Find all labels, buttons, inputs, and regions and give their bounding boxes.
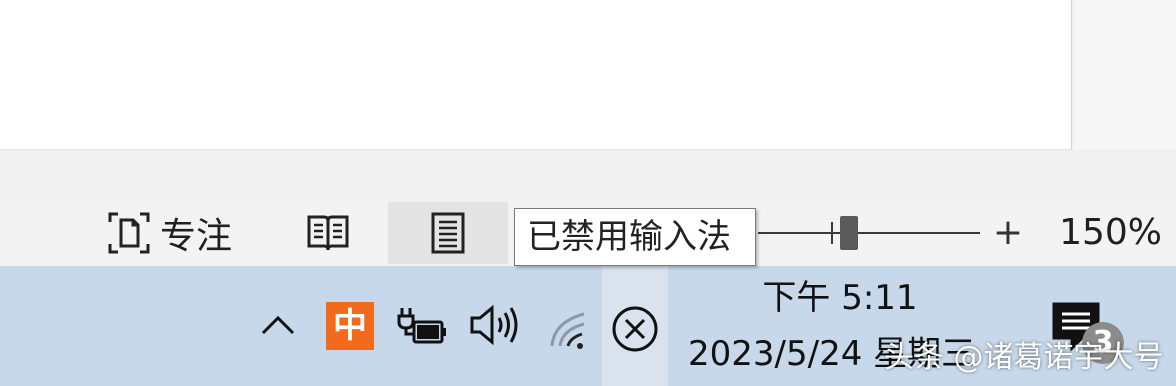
zoom-in-button[interactable]: + bbox=[992, 210, 1024, 256]
ime-chinese-icon[interactable]: 中 bbox=[326, 302, 374, 350]
ime-disabled-icon bbox=[612, 306, 658, 352]
zoom-slider-thumb[interactable] bbox=[840, 216, 858, 250]
focus-icon bbox=[108, 212, 150, 254]
clock-time[interactable]: 下午 5:11 bbox=[700, 274, 980, 322]
document-margin bbox=[1074, 0, 1176, 150]
read-mode-icon bbox=[307, 215, 349, 251]
ime-disabled-button[interactable] bbox=[610, 304, 660, 354]
battery-button[interactable] bbox=[396, 304, 448, 348]
volume-icon bbox=[470, 304, 518, 346]
battery-charging-icon bbox=[397, 308, 446, 344]
zoom-slider-center-tick bbox=[831, 222, 833, 244]
print-layout-button[interactable] bbox=[388, 202, 508, 264]
network-button[interactable] bbox=[548, 302, 594, 352]
watermark-text: 头条 @诸葛诺宇大号 bbox=[884, 340, 1164, 375]
zoom-slider-track[interactable] bbox=[758, 232, 980, 234]
chevron-up-icon bbox=[261, 315, 295, 335]
volume-button[interactable] bbox=[468, 300, 524, 350]
zoom-level-text[interactable]: 150% bbox=[1052, 208, 1162, 258]
print-layout-icon bbox=[431, 212, 465, 254]
read-mode-button[interactable] bbox=[280, 202, 376, 264]
focus-button[interactable]: 专注 bbox=[106, 206, 246, 260]
focus-label: 专注 bbox=[160, 216, 233, 257]
wifi-icon bbox=[550, 312, 585, 349]
ime-disabled-tooltip: 已禁用输入法 bbox=[514, 208, 756, 266]
show-hidden-icons-button[interactable] bbox=[258, 300, 298, 350]
document-page[interactable] bbox=[0, 0, 1072, 150]
